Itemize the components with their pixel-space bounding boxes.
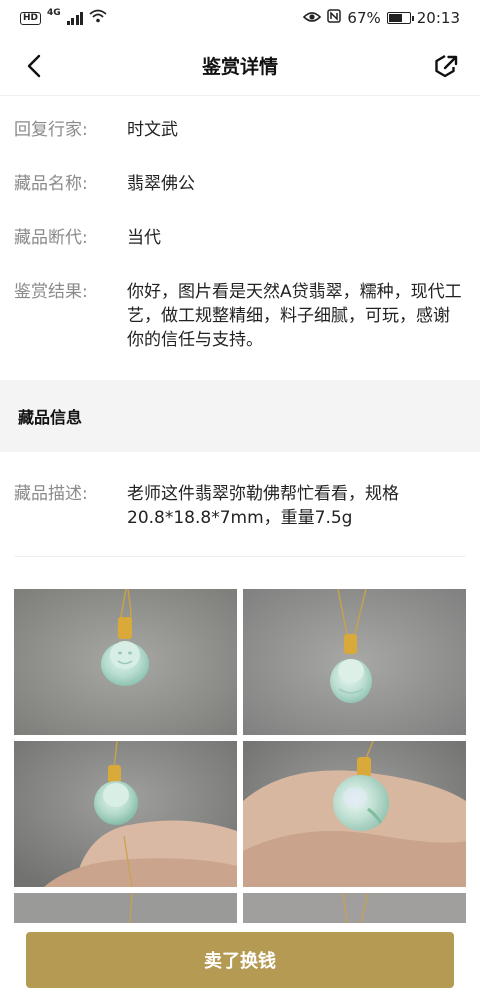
result-row: 鉴赏结果: 你好，图片看是天然A贷翡翠，糯种，现代工艺，做工规整精细，料子细腻，…: [14, 280, 466, 352]
era-label: 藏品断代:: [14, 228, 88, 248]
battery-percent: 67%: [347, 9, 381, 27]
expert-label: 回复行家:: [14, 120, 88, 140]
status-right: 67% 20:13: [303, 9, 460, 27]
expert-value: 时文武: [127, 120, 178, 140]
description-section: 藏品描述: 老师这件翡翠弥勒佛帮忙看看，规格20.8*18.8*7mm，重量7.…: [14, 452, 466, 557]
sell-button[interactable]: 卖了换钱: [26, 932, 454, 988]
share-button[interactable]: [426, 46, 466, 86]
result-label: 鉴赏结果:: [14, 282, 88, 302]
item-photo[interactable]: [14, 893, 237, 923]
eye-icon: [303, 9, 322, 27]
chevron-left-icon: [27, 54, 41, 77]
hd-badge: HD: [20, 11, 42, 25]
era-value: 当代: [127, 228, 161, 248]
clock: 20:13: [416, 9, 460, 27]
description-label: 藏品描述:: [14, 484, 88, 504]
share-icon: [435, 54, 458, 77]
description-value: 老师这件翡翠弥勒佛帮忙看看，规格20.8*18.8*7mm，重量7.5g: [127, 484, 399, 528]
item-photo[interactable]: [14, 741, 237, 887]
item-name-value: 翡翠佛公: [127, 174, 195, 194]
item-photo[interactable]: [243, 893, 466, 923]
item-name-row: 藏品名称: 翡翠佛公: [14, 172, 466, 196]
nav-bar: 鉴赏详情: [0, 36, 480, 96]
bottom-bar: 卖了换钱: [0, 926, 480, 996]
back-button[interactable]: [14, 46, 54, 86]
item-name-label: 藏品名称:: [14, 174, 88, 194]
signal-icon: [66, 11, 84, 25]
item-photo[interactable]: [243, 589, 466, 735]
item-photo[interactable]: [14, 589, 237, 735]
item-info-header: 藏品信息: [0, 380, 480, 452]
era-row: 藏品断代: 当代: [14, 226, 466, 250]
wifi-icon: [89, 9, 107, 27]
appraisal-section: 回复行家: 时文武 藏品名称: 翡翠佛公 藏品断代: 当代 鉴赏结果: 你好，图…: [0, 96, 480, 362]
nfc-icon: [327, 9, 342, 27]
battery-icon: [386, 12, 414, 24]
result-value: 你好，图片看是天然A贷翡翠，糯种，现代工艺，做工规整精细，料子细腻，可玩，感谢你…: [127, 282, 462, 350]
network-type: 4G: [47, 8, 61, 18]
description-row: 藏品描述: 老师这件翡翠弥勒佛帮忙看看，规格20.8*18.8*7mm，重量7.…: [14, 482, 466, 530]
battery-fill: [388, 14, 403, 22]
status-left: HD 4G: [20, 8, 107, 27]
item-photo[interactable]: [243, 741, 466, 887]
expert-row: 回复行家: 时文武: [14, 118, 466, 142]
photo-grid: [0, 557, 480, 923]
status-bar: HD 4G 67% 20:13: [0, 0, 480, 36]
page-title: 鉴赏详情: [201, 56, 278, 78]
